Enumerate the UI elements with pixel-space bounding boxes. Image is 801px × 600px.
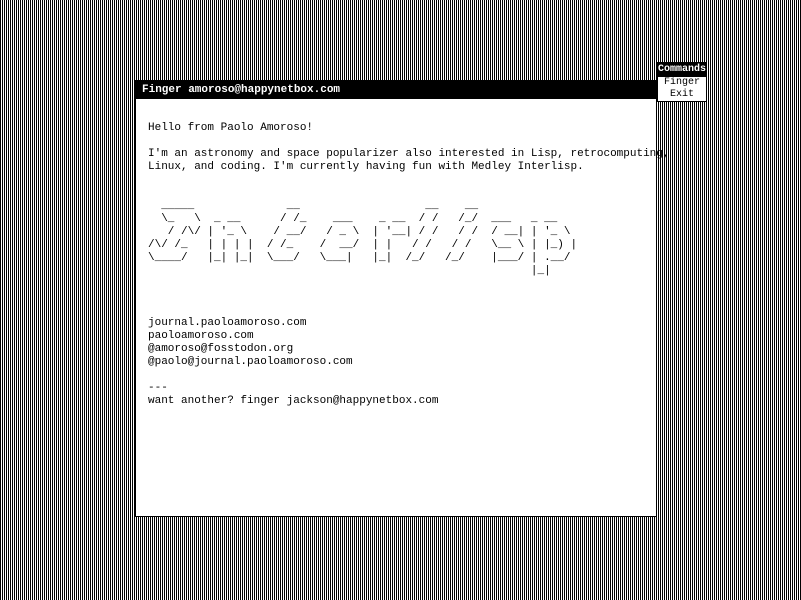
finger-window: Finger amoroso@happynetbox.com Hello fro… <box>135 80 657 517</box>
commands-menu: Commands Finger Exit <box>657 62 707 102</box>
window-content: Hello from Paolo Amoroso! I'm an astrono… <box>136 99 656 431</box>
greeting-text: Hello from Paolo Amoroso! <box>148 122 313 134</box>
footer-text: --- want another? finger jackson@happyne… <box>148 382 438 407</box>
command-exit[interactable]: Exit <box>658 89 706 101</box>
window-titlebar: Finger amoroso@happynetbox.com <box>136 81 656 99</box>
command-finger[interactable]: Finger <box>658 77 706 89</box>
commands-title: Commands <box>658 63 706 77</box>
links-text: journal.paoloamoroso.com paoloamoroso.co… <box>148 317 353 368</box>
ascii-art-interlisp: _____ __ __ __ \_ \ _ __ / /_ ___ _ __ /… <box>148 200 577 277</box>
intro-text: I'm an astronomy and space popularizer a… <box>148 148 670 173</box>
window-title: Finger amoroso@happynetbox.com <box>142 84 340 96</box>
